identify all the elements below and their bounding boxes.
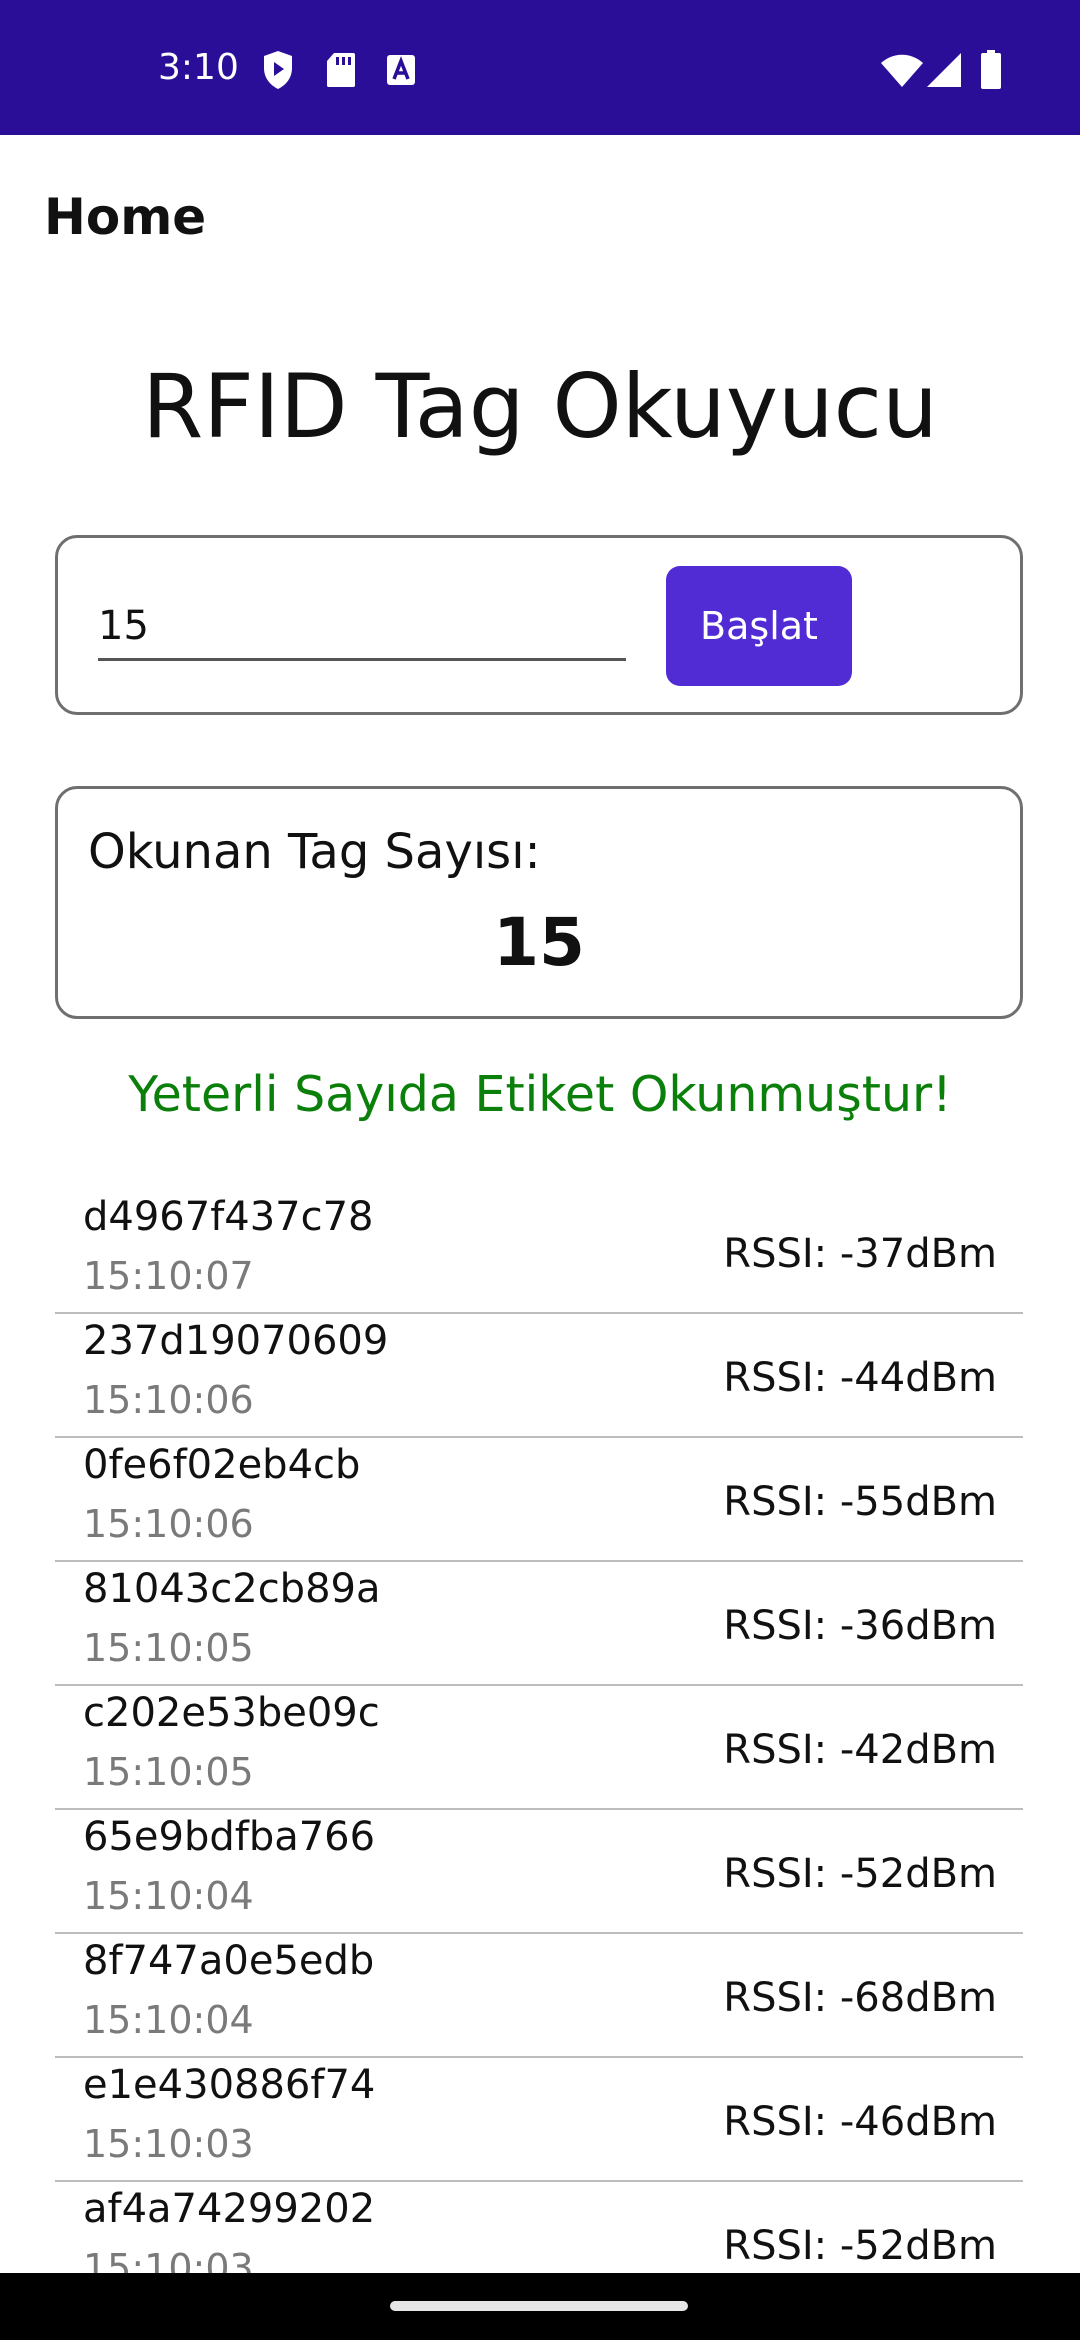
tag-id: e1e430886f74 xyxy=(83,2062,376,2108)
list-item[interactable]: 237d19070609 15:10:06 RSSI: -44dBm xyxy=(55,1314,1023,1438)
tag-time: 15:10:06 xyxy=(83,1378,254,1422)
font-a-icon xyxy=(386,54,416,86)
input-card: Başlat xyxy=(55,535,1023,715)
tag-time: 15:10:03 xyxy=(83,2122,254,2166)
tag-rssi: RSSI: -52dBm xyxy=(723,2223,997,2269)
list-item[interactable]: 8f747a0e5edb 15:10:04 RSSI: -68dBm xyxy=(55,1934,1023,2058)
tag-id: c202e53be09c xyxy=(83,1690,380,1736)
tag-rssi: RSSI: -68dBm xyxy=(723,1975,997,2021)
tag-time: 15:10:05 xyxy=(83,1626,254,1670)
tag-rssi: RSSI: -52dBm xyxy=(723,1851,997,1897)
cell-signal-icon xyxy=(926,52,962,88)
tag-id: 237d19070609 xyxy=(83,1318,389,1364)
app-bar: Home xyxy=(0,135,1080,295)
list-item[interactable]: 65e9bdfba766 15:10:04 RSSI: -52dBm xyxy=(55,1810,1023,1934)
start-button[interactable]: Başlat xyxy=(666,566,852,686)
tag-time: 15:10:04 xyxy=(83,1998,254,2042)
tag-id: 8f747a0e5edb xyxy=(83,1938,375,1984)
tag-id: d4967f437c78 xyxy=(83,1194,374,1240)
list-item[interactable]: c202e53be09c 15:10:05 RSSI: -42dBm xyxy=(55,1686,1023,1810)
tag-id: 0fe6f02eb4cb xyxy=(83,1442,361,1488)
tag-rssi: RSSI: -37dBm xyxy=(723,1231,997,1277)
page-title: RFID Tag Okuyucu xyxy=(142,355,938,458)
count-label: Okunan Tag Sayısı: xyxy=(88,824,541,880)
home-gesture-handle[interactable] xyxy=(390,2301,688,2311)
count-card: Okunan Tag Sayısı: 15 xyxy=(55,786,1023,1019)
app-title: Home xyxy=(44,188,207,246)
tag-id: 81043c2cb89a xyxy=(83,1566,381,1612)
tag-rssi: RSSI: -44dBm xyxy=(723,1355,997,1401)
status-bar: 3:10 xyxy=(0,0,1080,135)
list-item[interactable]: 0fe6f02eb4cb 15:10:06 RSSI: -55dBm xyxy=(55,1438,1023,1562)
list-item[interactable]: af4a74299202 15:10:03 RSSI: -52dBm xyxy=(55,2182,1023,2273)
tag-rssi: RSSI: -55dBm xyxy=(723,1479,997,1525)
tag-count-input[interactable] xyxy=(98,593,626,661)
tag-time: 15:10:03 xyxy=(83,2246,254,2273)
navigation-bar xyxy=(0,2273,1080,2340)
tag-time: 15:10:06 xyxy=(83,1502,254,1546)
tag-time: 15:10:07 xyxy=(83,1254,254,1298)
list-item[interactable]: e1e430886f74 15:10:03 RSSI: -46dBm xyxy=(55,2058,1023,2182)
tag-rssi: RSSI: -42dBm xyxy=(723,1727,997,1773)
tag-time: 15:10:04 xyxy=(83,1874,254,1918)
status-time: 3:10 xyxy=(158,47,239,88)
list-item[interactable]: 81043c2cb89a 15:10:05 RSSI: -36dBm xyxy=(55,1562,1023,1686)
shield-play-icon xyxy=(262,50,294,90)
count-value: 15 xyxy=(493,904,585,981)
tag-list[interactable]: d4967f437c78 15:10:07 RSSI: -37dBm 237d1… xyxy=(55,1190,1023,2273)
tag-rssi: RSSI: -46dBm xyxy=(723,2099,997,2145)
sd-card-icon xyxy=(326,52,356,88)
status-message: Yeterli Sayıda Etiket Okunmuştur! xyxy=(128,1066,952,1123)
tag-id: 65e9bdfba766 xyxy=(83,1814,376,1860)
battery-icon xyxy=(980,50,1002,90)
list-item[interactable]: d4967f437c78 15:10:07 RSSI: -37dBm xyxy=(55,1190,1023,1314)
tag-time: 15:10:05 xyxy=(83,1750,254,1794)
tag-id: af4a74299202 xyxy=(83,2186,376,2232)
wifi-icon xyxy=(880,54,924,88)
tag-rssi: RSSI: -36dBm xyxy=(723,1603,997,1649)
